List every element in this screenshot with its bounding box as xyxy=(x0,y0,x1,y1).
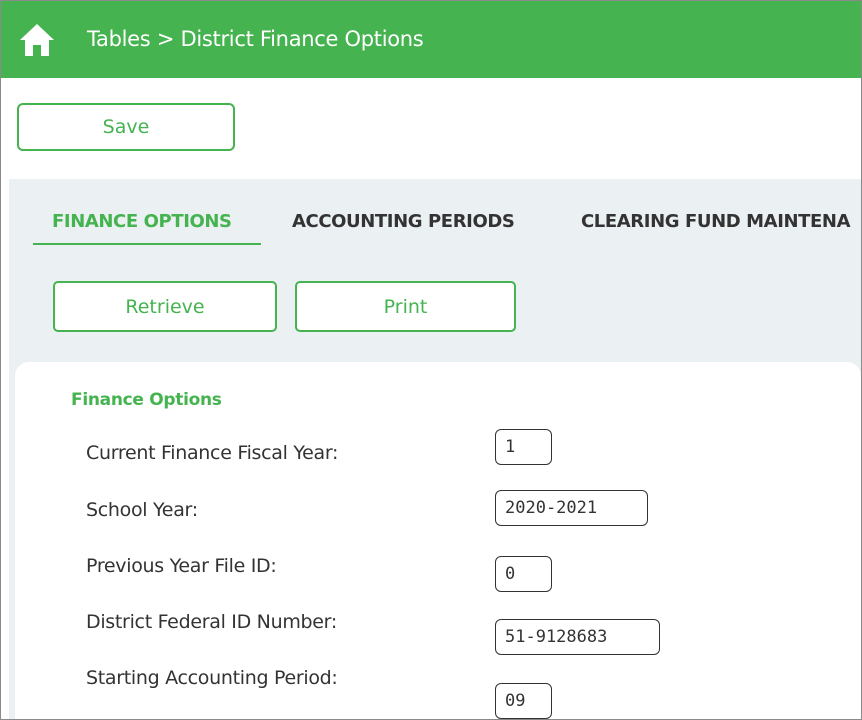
starting-accounting-period-label: Starting Accounting Period: xyxy=(86,667,338,689)
page-header: Tables > District Finance Options xyxy=(1,1,861,78)
school-year-label: School Year: xyxy=(86,499,198,521)
breadcrumb: Tables > District Finance Options xyxy=(87,27,424,51)
content-area: FINANCE OPTIONS ACCOUNTING PERIODS CLEAR… xyxy=(9,179,861,719)
panel-heading: Finance Options xyxy=(71,390,222,410)
district-federal-id-number-label: District Federal ID Number: xyxy=(86,611,337,633)
app-window: Tables > District Finance Options Save F… xyxy=(0,0,862,720)
print-button[interactable]: Print xyxy=(295,281,516,332)
previous-year-file-id-label: Previous Year File ID: xyxy=(86,555,277,577)
tab-finance-options[interactable]: FINANCE OPTIONS xyxy=(33,211,261,245)
previous-year-file-id-input[interactable] xyxy=(495,556,552,592)
starting-accounting-period-input[interactable] xyxy=(495,683,552,719)
home-icon[interactable] xyxy=(19,23,55,57)
current-finance-fiscal-year-label: Current Finance Fiscal Year: xyxy=(86,442,339,464)
tab-accounting-periods[interactable]: ACCOUNTING PERIODS xyxy=(292,211,515,232)
school-year-input[interactable] xyxy=(495,490,648,526)
district-federal-id-number-input[interactable] xyxy=(495,619,660,655)
save-button[interactable]: Save xyxy=(17,103,235,151)
finance-options-panel: Finance Options Current Finance Fiscal Y… xyxy=(15,362,861,719)
retrieve-button[interactable]: Retrieve xyxy=(53,281,277,332)
current-finance-fiscal-year-input[interactable] xyxy=(495,429,552,465)
tab-clearing-fund-maintenance[interactable]: CLEARING FUND MAINTENA xyxy=(581,211,851,232)
